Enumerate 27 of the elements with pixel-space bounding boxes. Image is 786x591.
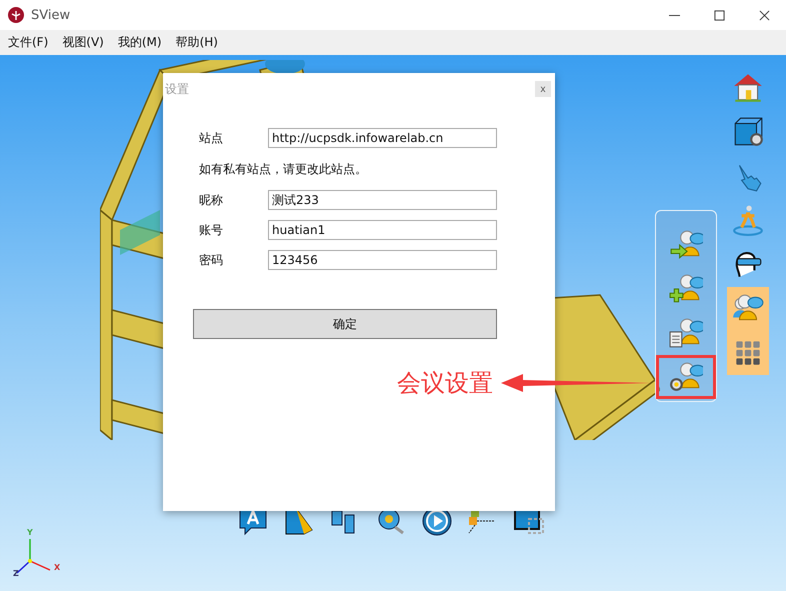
menu-item[interactable]: 我的(M) [118, 34, 162, 51]
input-field[interactable]: huatian1 [268, 220, 497, 240]
field-label: 账号 [199, 222, 224, 238]
input-field[interactable]: 123456 [268, 250, 497, 270]
input-field[interactable]: 测试233 [268, 190, 497, 210]
axis-label: Y [27, 528, 33, 537]
menu-item[interactable]: 帮助(H) [176, 34, 218, 51]
close-icon[interactable] [759, 10, 770, 20]
input-field[interactable]: http://ucpsdk.infowarelab.cn [268, 128, 497, 148]
hint-text: 如有私有站点，请更改此站点。 [199, 161, 368, 178]
menu-item[interactable]: 文件(F) [8, 34, 48, 51]
axis-label: X [54, 563, 60, 572]
window-title: SView [31, 8, 70, 22]
annotation-label: 会议设置 [397, 368, 493, 399]
join-meeting-icon[interactable] [669, 228, 703, 262]
maximize-icon[interactable] [714, 10, 725, 20]
close-button[interactable]: x [535, 81, 551, 97]
field-label: 密码 [199, 252, 224, 268]
field-label: 站点 [199, 130, 224, 146]
dialog-title: 设置 [165, 80, 189, 98]
meeting-settings-icon[interactable] [669, 360, 703, 394]
field-label: 昵称 [199, 192, 224, 208]
axis-label: Z [13, 569, 19, 578]
confirm-button[interactable]: 确定 [193, 309, 497, 339]
app-logo-icon [8, 7, 24, 23]
menu-item[interactable]: 视图(V) [62, 34, 104, 51]
meeting-list-icon[interactable] [669, 316, 703, 350]
